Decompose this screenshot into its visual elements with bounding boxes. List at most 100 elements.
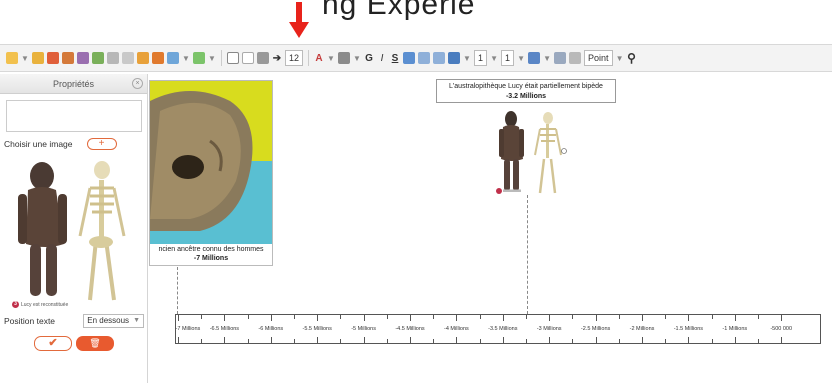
- page-icon[interactable]: [242, 52, 254, 64]
- chevron-down-icon: ▼: [133, 317, 140, 324]
- print-icon[interactable]: [257, 52, 269, 64]
- tick-mark: [758, 339, 759, 343]
- checkmark-icon: ✔: [48, 337, 58, 349]
- red-arrow-icon: [289, 2, 309, 38]
- tick-mark: [618, 315, 620, 319]
- new-file-icon[interactable]: [6, 52, 18, 64]
- tick-mark: [363, 315, 365, 321]
- tick-mark: [178, 337, 179, 343]
- tick-mark: [665, 339, 667, 343]
- lucy-image[interactable]: [493, 109, 567, 195]
- grid-icon[interactable]: [107, 52, 119, 64]
- timeline-tick-label: -5 Millions: [351, 326, 376, 332]
- event-card-lucy[interactable]: L'australopithèque Lucy était partiellem…: [436, 79, 616, 103]
- align-right-icon[interactable]: [433, 52, 446, 64]
- tools-icon[interactable]: [77, 52, 89, 64]
- chevron-down-icon[interactable]: ▼: [490, 54, 498, 63]
- choose-image-row: Choisir une image +: [4, 138, 117, 150]
- timeline-tick-label: -2 Millions: [629, 326, 655, 332]
- line-style-icon[interactable]: [448, 52, 461, 64]
- tick-mark: [247, 339, 249, 343]
- tick-mark: [247, 315, 249, 319]
- shape-icon[interactable]: [152, 52, 164, 64]
- timeline-tick-label: -1 Millions: [722, 326, 748, 332]
- unit-select[interactable]: Point: [584, 50, 613, 66]
- arrow-right-icon[interactable]: ➔: [272, 53, 282, 64]
- text-frame-icon[interactable]: [167, 52, 179, 64]
- tick-mark: [178, 315, 179, 321]
- timeline-ticks: -7 Millions -6.5 Millions -6 Millions -5.5 …: [176, 315, 820, 343]
- timeline-tick-label: -4 Millions: [444, 326, 469, 332]
- tick-mark: [526, 315, 527, 319]
- font-size-field[interactable]: 12: [285, 50, 304, 66]
- chevron-down-icon[interactable]: ▼: [182, 54, 190, 63]
- chevron-down-icon[interactable]: ▼: [353, 54, 361, 63]
- image-icon[interactable]: [92, 52, 104, 64]
- dash-style-icon[interactable]: [569, 52, 582, 64]
- tick-mark: [340, 339, 342, 343]
- tick-mark: [433, 315, 435, 319]
- add-image-button[interactable]: +: [86, 138, 117, 150]
- tick-mark: [688, 315, 690, 321]
- tick-mark: [642, 315, 643, 321]
- line-weight-icon[interactable]: [554, 52, 567, 64]
- text-box-icon[interactable]: [227, 52, 239, 64]
- tick-mark: [549, 315, 551, 321]
- chevron-down-icon[interactable]: ▼: [463, 54, 471, 63]
- tick-mark: [294, 315, 295, 319]
- timeline-tick-label: -5.5 Millions: [302, 326, 332, 332]
- tick-mark: [224, 337, 226, 343]
- chevron-down-icon[interactable]: ▼: [616, 54, 624, 63]
- chevron-down-icon[interactable]: ▼: [327, 54, 335, 63]
- tick-mark: [549, 337, 551, 343]
- background-color-icon[interactable]: [338, 52, 351, 64]
- event-date: -7 Millions: [193, 255, 229, 262]
- tick-mark: [665, 315, 667, 319]
- chevron-down-icon[interactable]: ▼: [543, 54, 551, 63]
- paragraph-spacing-select[interactable]: 1: [501, 50, 515, 66]
- position-select[interactable]: En dessous ▼: [83, 314, 144, 328]
- font-color-button[interactable]: A: [314, 53, 324, 64]
- tick-mark: [781, 315, 783, 321]
- timeline-tick-label: -2.5 Millions: [580, 326, 611, 332]
- undo-icon[interactable]: [47, 52, 59, 64]
- line-spacing-select[interactable]: 1: [474, 50, 488, 66]
- timeline-tick-label: -4.5 Millions: [395, 326, 425, 332]
- chevron-down-icon[interactable]: ▼: [21, 54, 29, 63]
- number-badge: 3: [12, 301, 19, 308]
- confirm-button[interactable]: ✔: [34, 336, 72, 351]
- tick-mark: [386, 339, 388, 343]
- tick-mark: [595, 315, 597, 321]
- tick-mark: [410, 337, 411, 343]
- tick-mark: [734, 337, 736, 343]
- close-icon[interactable]: ×: [132, 78, 143, 89]
- align-center-icon[interactable]: [418, 52, 431, 64]
- event-text: L'australopithèque Lucy était partiellem…: [449, 83, 603, 90]
- timeline-bar[interactable]: -7 Millions -6.5 Millions -6 Millions -5.5 …: [175, 314, 821, 344]
- 3d-icon[interactable]: [137, 52, 149, 64]
- thumb-caption: 3 Lucy est reconstituée: [12, 301, 68, 308]
- layout-icon[interactable]: [528, 52, 541, 64]
- align-left-icon[interactable]: [403, 52, 416, 64]
- tick-mark: [363, 337, 365, 343]
- tick-mark: [270, 315, 272, 321]
- event-card-skull[interactable]: ncien ancêtre connu des hommes -7 Millio…: [149, 80, 273, 266]
- timeline-tick-label: -6 Millions: [258, 326, 284, 332]
- copy-icon[interactable]: [122, 52, 134, 64]
- location-pin-icon[interactable]: ⚲: [627, 51, 637, 65]
- open-folder-icon[interactable]: [32, 52, 44, 64]
- event-text-area[interactable]: [6, 100, 142, 132]
- skull-image: [150, 81, 272, 244]
- tick-mark: [340, 315, 342, 319]
- chevron-down-icon[interactable]: ▼: [517, 54, 525, 63]
- event-date: -3.2 Millions: [505, 93, 547, 100]
- underline-button[interactable]: S: [390, 53, 400, 64]
- chevron-down-icon[interactable]: ▼: [208, 54, 216, 63]
- delete-button[interactable]: 🗑: [76, 336, 114, 351]
- tick-mark: [410, 315, 411, 321]
- italic-button[interactable]: I: [377, 53, 387, 64]
- bold-button[interactable]: G: [364, 53, 374, 64]
- border-icon[interactable]: [193, 52, 205, 64]
- calendar-icon[interactable]: [62, 52, 74, 64]
- tick-mark: [711, 339, 713, 343]
